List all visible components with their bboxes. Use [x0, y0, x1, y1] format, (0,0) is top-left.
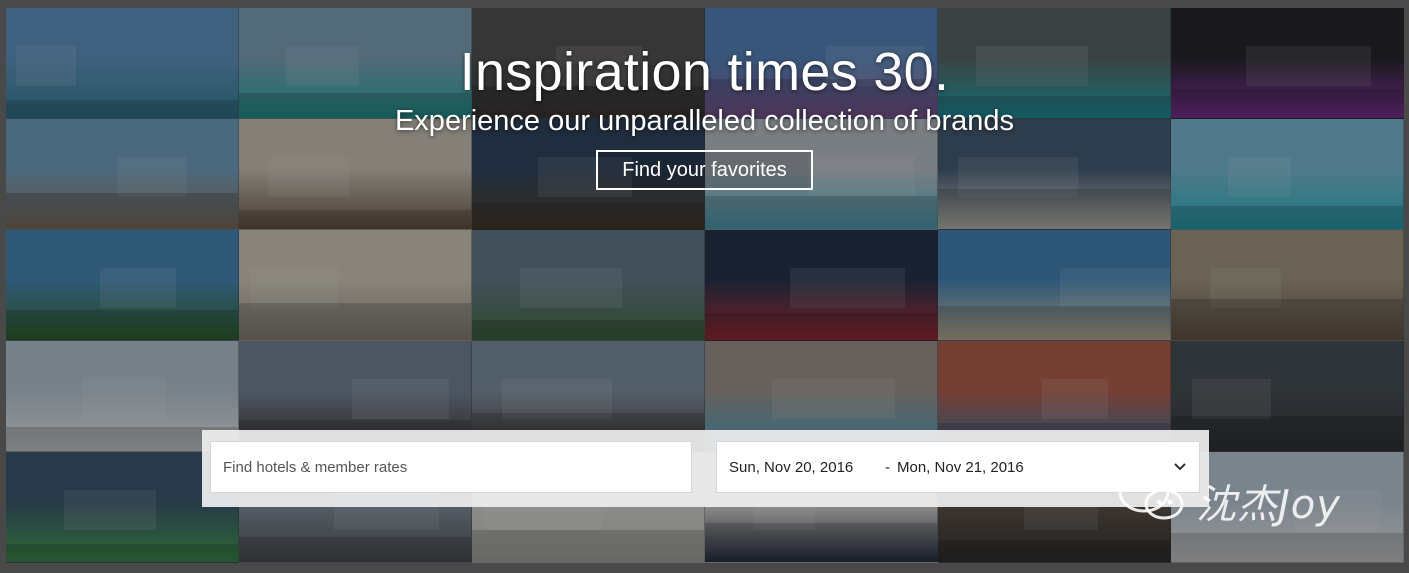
hotel-photo-tile — [705, 230, 938, 341]
mosaic-gutter — [6, 563, 1404, 573]
photo-detail — [6, 310, 238, 340]
photo-detail — [82, 379, 166, 419]
photo-detail — [1060, 268, 1170, 308]
photo-detail — [1192, 379, 1271, 419]
hotel-photo-tile — [938, 230, 1171, 341]
photo-detail — [1171, 299, 1403, 340]
photo-detail — [6, 193, 238, 229]
photo-detail — [772, 379, 895, 419]
photo-detail — [938, 306, 1170, 340]
hero-title: Inspiration times 30. — [459, 42, 950, 102]
watermark: 沈杰Joy — [1116, 468, 1376, 528]
photo-detail — [352, 379, 449, 419]
hotel-photo-tile — [1171, 230, 1404, 341]
hotel-photo-tile — [472, 230, 705, 341]
hero: Inspiration times 30. Experience our unp… — [0, 40, 1409, 190]
date-separator: - — [885, 459, 890, 476]
photo-detail — [705, 196, 937, 229]
photo-detail — [1171, 533, 1403, 562]
hero-subtitle: Experience our unparalleled collection o… — [394, 105, 1015, 137]
photo-detail — [1171, 206, 1403, 229]
photo-detail — [6, 544, 238, 562]
photo-detail — [472, 530, 704, 562]
mosaic-gutter — [0, 0, 1409, 8]
checkout-date[interactable]: Mon, Nov 21, 2016 — [897, 442, 1024, 494]
photo-detail — [938, 540, 1170, 562]
photo-detail — [938, 189, 1170, 229]
photo-detail — [64, 490, 156, 530]
photo-detail — [705, 523, 937, 562]
photo-detail — [250, 268, 339, 308]
watermark-text: 沈杰Joy — [1196, 482, 1341, 528]
photo-detail — [472, 320, 704, 340]
photo-detail — [520, 268, 622, 308]
hotel-photo-tile — [239, 230, 472, 341]
photo-detail — [239, 210, 471, 229]
photo-detail — [1042, 379, 1108, 419]
photo-detail — [705, 313, 937, 340]
find-favorites-button[interactable]: Find your favorites — [596, 150, 813, 190]
wechat-icon — [1118, 471, 1184, 520]
photo-detail — [790, 268, 905, 308]
photo-detail — [100, 268, 176, 308]
photo-detail — [239, 303, 471, 340]
hotel-photo-tile — [6, 230, 239, 341]
hotel-search-input[interactable]: Find hotels & member rates — [210, 441, 692, 493]
photo-detail — [239, 537, 471, 562]
photo-detail — [472, 203, 704, 229]
search-bar: Find hotels & member rates Sun, Nov 20, … — [202, 430, 1209, 507]
checkin-date[interactable]: Sun, Nov 20, 2016 — [729, 442, 853, 494]
